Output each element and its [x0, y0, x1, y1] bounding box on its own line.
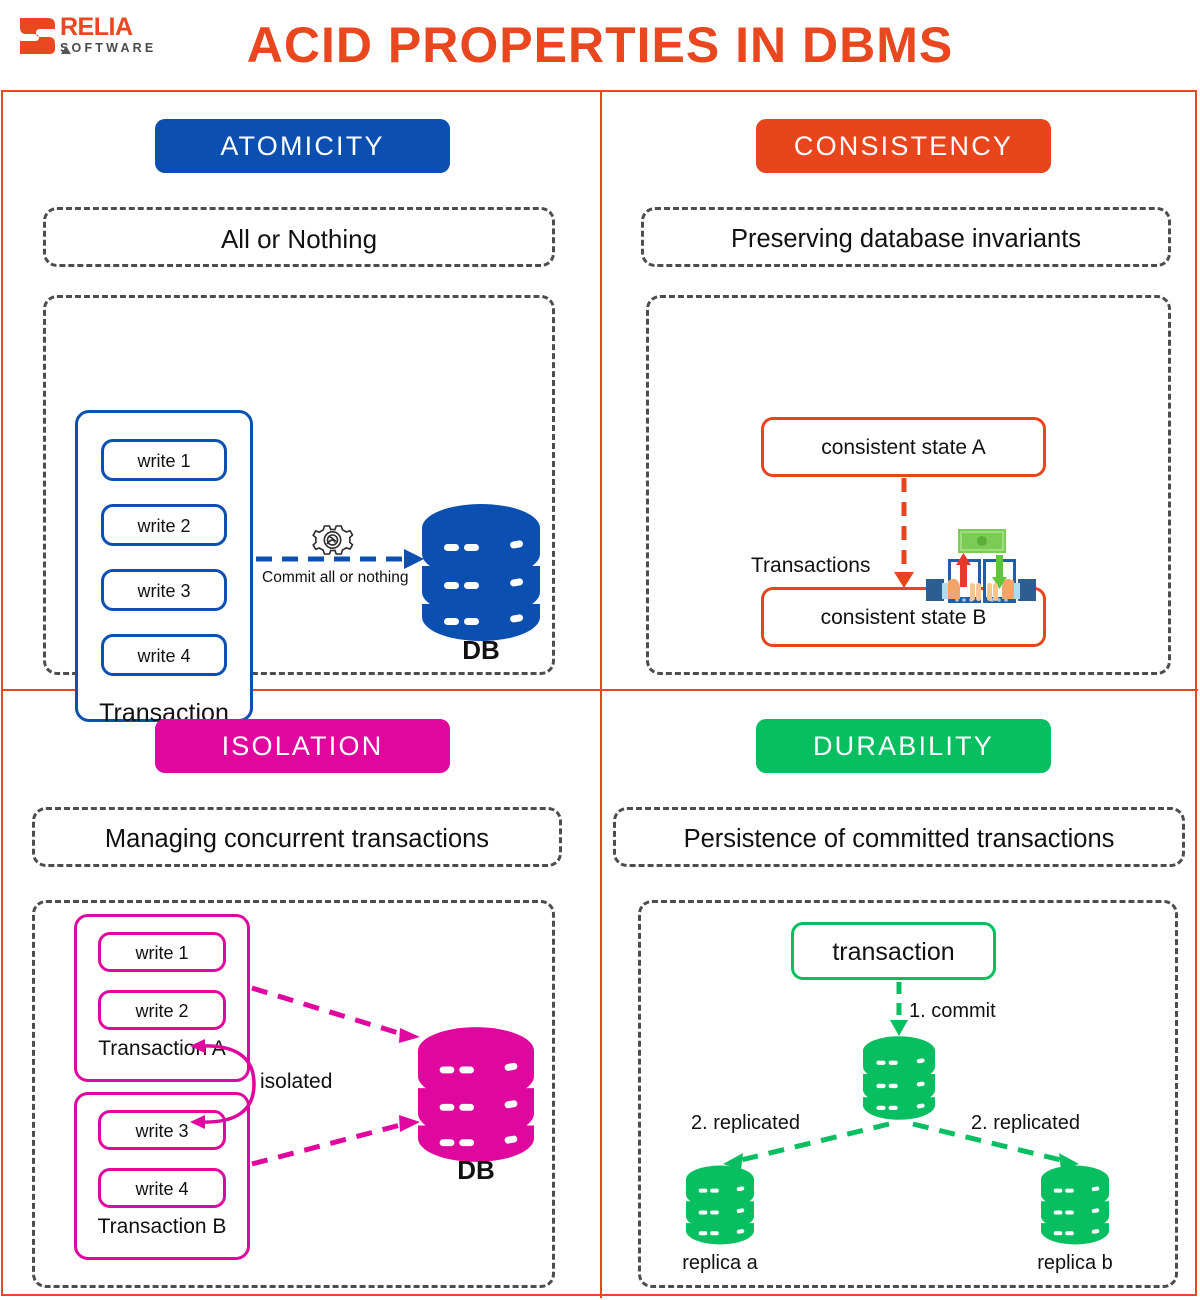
subtitle-atomicity: All or Nothing — [43, 207, 555, 267]
primary-database-cylinder-icon — [863, 1032, 935, 1124]
database-cylinder-icon — [418, 1027, 534, 1162]
quadrant-isolation: ISOLATION Managing concurrent transactio… — [0, 692, 600, 1292]
transaction-a-label: Transaction A — [98, 1037, 226, 1060]
write-box: write 2 — [101, 504, 227, 546]
page-title: ACID PROPERTIES IN DBMS — [246, 17, 954, 73]
replica-a-label: replica a — [682, 1252, 758, 1274]
commit-arrow-label: Commit all or nothing — [262, 569, 409, 586]
badge-isolation: ISOLATION — [155, 719, 450, 773]
replica-a-cylinder-icon — [686, 1162, 754, 1248]
badge-consistency: CONSISTENCY — [756, 119, 1051, 173]
database-cylinder-icon — [422, 504, 540, 641]
transaction-b-label: Transaction B — [97, 1215, 227, 1238]
transactions-label: Transactions — [751, 554, 871, 577]
subtitle-isolation: Managing concurrent transactions — [32, 807, 562, 867]
write-box: write 3 — [101, 569, 227, 611]
replica-b-cylinder-icon — [1041, 1162, 1109, 1248]
write-box: write 1 — [101, 439, 227, 481]
db-label-atomicity: DB — [462, 635, 500, 665]
page-header: RELIA SOFTWARE ACID PROPERTIES IN DBMS — [0, 0, 1200, 90]
transaction-box-durability: transaction — [791, 922, 996, 980]
replicated-right-label: 2. replicated — [971, 1112, 1080, 1134]
replica-b-label: replica b — [1037, 1252, 1113, 1274]
consistent-state-a-box: consistent state A — [761, 417, 1046, 477]
replicated-left-label: 2. replicated — [691, 1112, 800, 1134]
badge-durability: DURABILITY — [756, 719, 1051, 773]
gear-icon — [308, 520, 356, 564]
write-box: write 3 — [98, 1110, 226, 1150]
quadrant-durability: DURABILITY Persistence of committed tran… — [601, 692, 1200, 1292]
subtitle-consistency: Preserving database invariants — [641, 207, 1171, 267]
badge-atomicity: ATOMICITY — [155, 119, 450, 173]
money-transfer-icon — [926, 527, 1036, 613]
write-box: write 4 — [101, 634, 227, 676]
quadrant-consistency: CONSISTENCY Preserving database invarian… — [601, 92, 1200, 692]
isolated-label: isolated — [258, 1070, 335, 1094]
commit-label: 1. commit — [909, 1000, 996, 1022]
subtitle-durability: Persistence of committed transactions — [613, 807, 1185, 867]
write-box: write 2 — [98, 990, 226, 1030]
db-label-isolation: DB — [457, 1155, 495, 1185]
quadrant-atomicity: ATOMICITY All or Nothing write 1 write 2… — [0, 92, 600, 727]
write-box: write 1 — [98, 932, 226, 972]
infographic-page: RELIA SOFTWARE ACID PROPERTIES IN DBMS A… — [0, 0, 1200, 1300]
write-box: write 4 — [98, 1168, 226, 1208]
